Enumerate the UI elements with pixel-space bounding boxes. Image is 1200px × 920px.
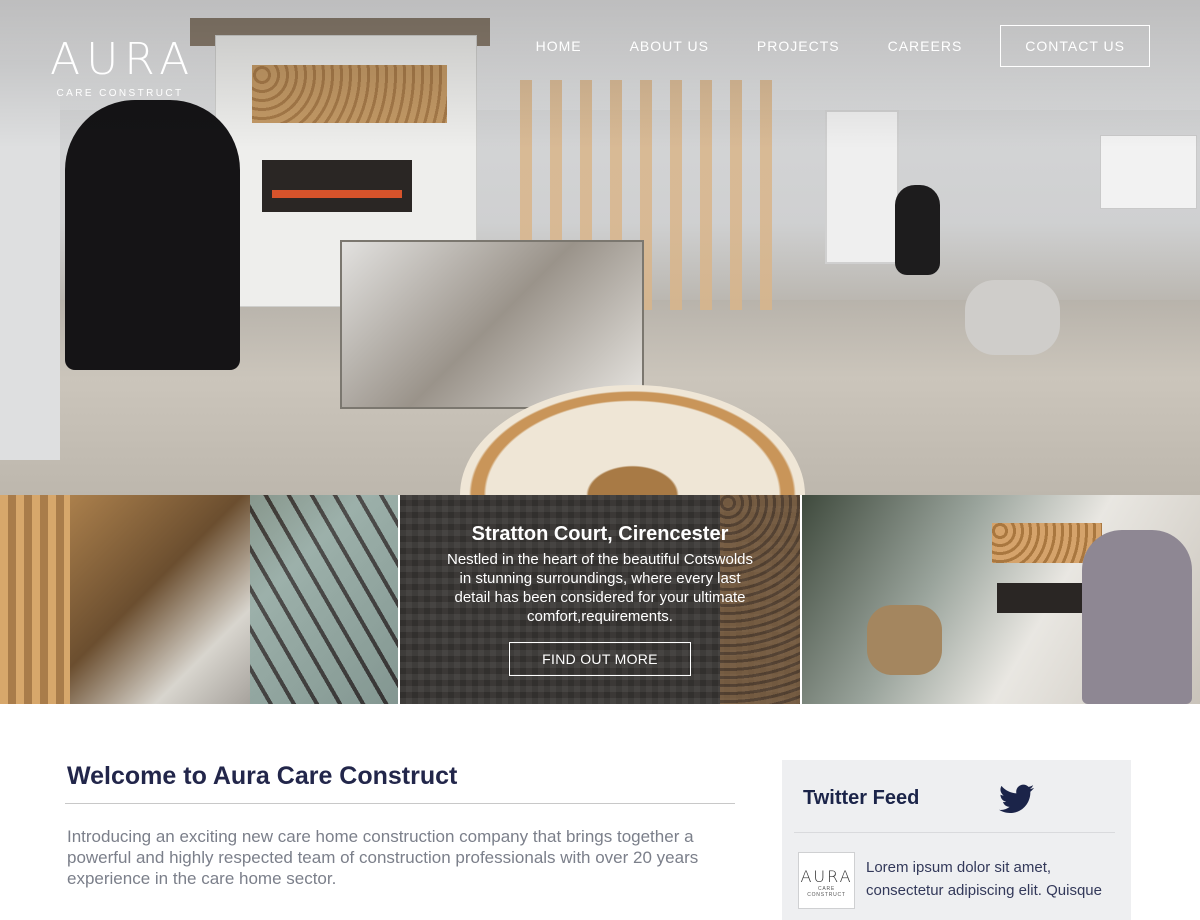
twitter-heading: Twitter Feed [803,787,920,809]
tweet-avatar[interactable]: AURA CARE CONSTRUCT [798,852,855,909]
main-nav: HOME ABOUT US PROJECTS CAREERS CONTACT U… [488,0,1150,92]
project-photo-left[interactable] [0,495,398,704]
project-feature-tile: Stratton Court, Cirencester Nestled in t… [400,495,800,704]
project-photo-right[interactable] [802,495,1200,704]
site-logo[interactable]: AURA CARE CONSTRUCT [50,34,196,100]
project-description: Nestled in the heart of the beautiful Co… [446,551,753,625]
twitter-feed-panel: Twitter Feed AURA CARE CONSTRUCT Lorem i… [782,760,1131,920]
welcome-divider [65,803,735,804]
logo-wordmark: AURA [50,34,196,85]
tweet-text: Lorem ipsum dolor sit amet, consectetur … [866,859,1102,899]
welcome-body: Introducing an exciting new care home co… [67,827,699,888]
nav-careers[interactable]: CAREERS [888,38,963,54]
project-title: Stratton Court, Cirencester [471,523,729,545]
nav-home[interactable]: HOME [536,38,582,54]
project-strip: Stratton Court, Cirencester Nestled in t… [0,495,1200,704]
nav-projects[interactable]: PROJECTS [757,38,840,54]
twitter-bird-icon[interactable] [999,784,1034,814]
nav-about-us[interactable]: ABOUT US [630,38,709,54]
logo-tagline: CARE CONSTRUCT [56,88,184,99]
nav-contact-button[interactable]: CONTACT US [1000,25,1150,67]
project-caption: Stratton Court, Cirencester Nestled in t… [400,523,800,676]
welcome-heading: Welcome to Aura Care Construct [67,762,458,790]
welcome-section: Welcome to Aura Care Construct Introduci… [65,762,737,889]
find-out-more-button[interactable]: FIND OUT MORE [509,642,691,676]
